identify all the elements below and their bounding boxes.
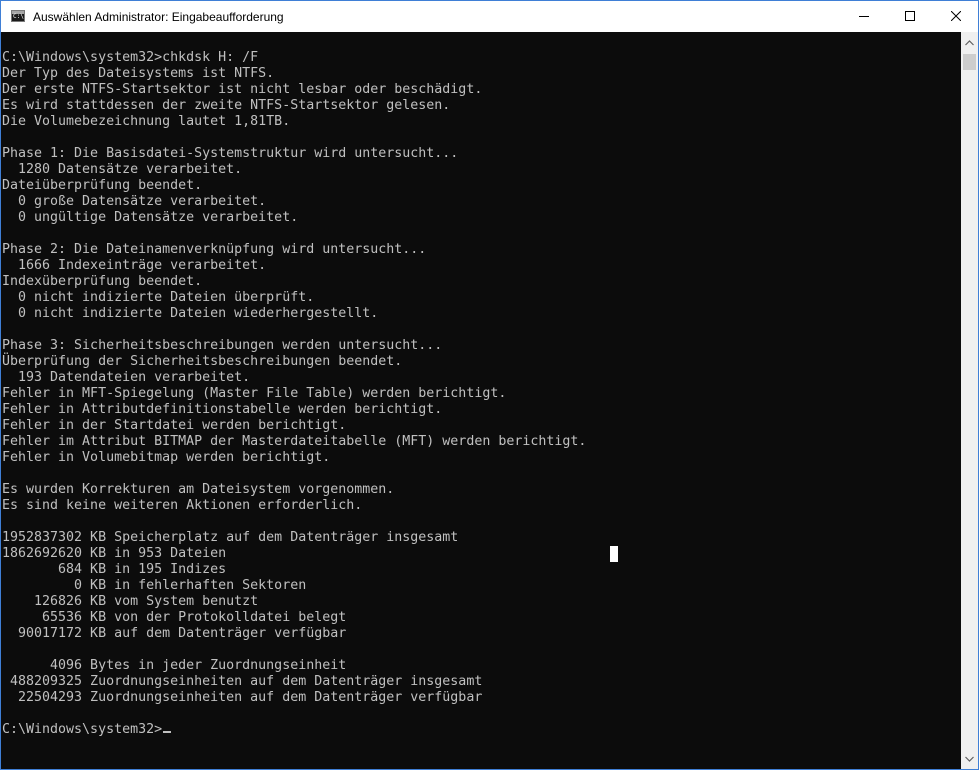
minimize-button[interactable]: [841, 1, 887, 32]
command-prompt-window: C:\ Auswählen Administrator: Eingabeauff…: [0, 0, 979, 770]
cmd-icon-text: C:\: [13, 13, 24, 20]
console-line: 0 KB in fehlerhaften Sektoren: [2, 578, 307, 593]
console-line: C:\Windows\system32>chkdsk H: /F: [2, 50, 259, 65]
console-line: Überprüfung der Sicherheitsbeschreibunge…: [2, 354, 403, 369]
close-button[interactable]: [933, 1, 978, 32]
console-line: 22504293 Zuordnungseinheiten auf dem Dat…: [2, 690, 483, 705]
console-line: Es wird stattdessen der zweite NTFS-Star…: [2, 98, 451, 113]
scroll-down-button[interactable]: [961, 751, 978, 768]
maximize-button[interactable]: [887, 1, 933, 32]
chevron-down-icon: [965, 756, 974, 762]
console-output-area[interactable]: C:\Windows\system32>chkdsk H: /F Der Typ…: [1, 32, 961, 769]
console-line: 0 große Datensätze verarbeitet.: [2, 194, 267, 209]
command-input-line[interactable]: C:\Windows\system32>: [2, 722, 586, 738]
console-line: 193 Datendateien verarbeitet.: [2, 370, 251, 385]
console-line: 1280 Datensätze verarbeitet.: [2, 162, 243, 177]
vertical-scrollbar[interactable]: [961, 32, 978, 769]
scroll-thumb[interactable]: [963, 54, 976, 70]
console-line: 1862692620 KB in 953 Dateien: [2, 546, 227, 561]
console-line: Phase 3: Sicherheitsbeschreibungen werde…: [2, 338, 443, 353]
console-line: Phase 2: Die Dateinamenverknüpfung wird …: [2, 242, 427, 257]
console-line: Fehler in MFT-Spiegelung (Master File Ta…: [2, 386, 507, 401]
window-title: Auswählen Administrator: Eingabeaufforde…: [33, 10, 284, 24]
close-icon: [951, 11, 961, 21]
command-prompt: C:\Windows\system32>: [2, 722, 163, 737]
console-line: 65536 KB von der Protokolldatei belegt: [2, 610, 347, 625]
selection-cursor: [610, 546, 618, 562]
console-line: 4096 Bytes in jeder Zuordnungseinheit: [2, 658, 347, 673]
console-line: 90017172 KB auf dem Datenträger verfügba…: [2, 626, 347, 641]
console-line: 126826 KB vom System benutzt: [2, 594, 259, 609]
console-line: Fehler in Volumebitmap werden berichtigt…: [2, 450, 331, 465]
console-line: Der Typ des Dateisystems ist NTFS.: [2, 66, 275, 81]
console-lines: C:\Windows\system32>chkdsk H: /F Der Typ…: [2, 50, 586, 738]
text-cursor: [163, 731, 172, 733]
title-bar[interactable]: C:\ Auswählen Administrator: Eingabeauff…: [1, 1, 978, 32]
console-line: Es sind keine weiteren Aktionen erforder…: [2, 498, 363, 513]
console-line: Indexüberprüfung beendet.: [2, 274, 203, 289]
console-line: Der erste NTFS-Startsektor ist nicht les…: [2, 82, 483, 97]
console-line: 684 KB in 195 Indizes: [2, 562, 227, 577]
scroll-up-button[interactable]: [961, 35, 978, 52]
console-line: 1952837302 KB Speicherplatz auf dem Date…: [2, 530, 459, 545]
console-line: Es wurden Korrekturen am Dateisystem vor…: [2, 482, 395, 497]
minimize-icon: [859, 16, 869, 17]
console-line: Fehler im Attribut BITMAP der Masterdate…: [2, 434, 587, 449]
maximize-icon: [905, 11, 915, 21]
console-line: Die Volumebezeichnung lautet 1,81TB.: [2, 114, 291, 129]
console-line: Phase 1: Die Basisdatei-Systemstruktur w…: [2, 146, 459, 161]
console-line: 0 nicht indizierte Dateien überprüft.: [2, 290, 315, 305]
console-line: Dateiüberprüfung beendet.: [2, 178, 203, 193]
console-line: 1666 Indexeinträge verarbeitet.: [2, 258, 267, 273]
cmd-icon[interactable]: C:\: [11, 10, 25, 22]
console-line: Fehler in der Startdatei werden berichti…: [2, 418, 347, 433]
console-line: 0 nicht indizierte Dateien wiederhergest…: [2, 306, 379, 321]
console-line: 488209325 Zuordnungseinheiten auf dem Da…: [2, 674, 483, 689]
console-line: Fehler in Attributdefinitionstabelle wer…: [2, 402, 443, 417]
console-line: 0 ungültige Datensätze verarbeitet.: [2, 210, 299, 225]
chevron-up-icon: [965, 40, 974, 46]
